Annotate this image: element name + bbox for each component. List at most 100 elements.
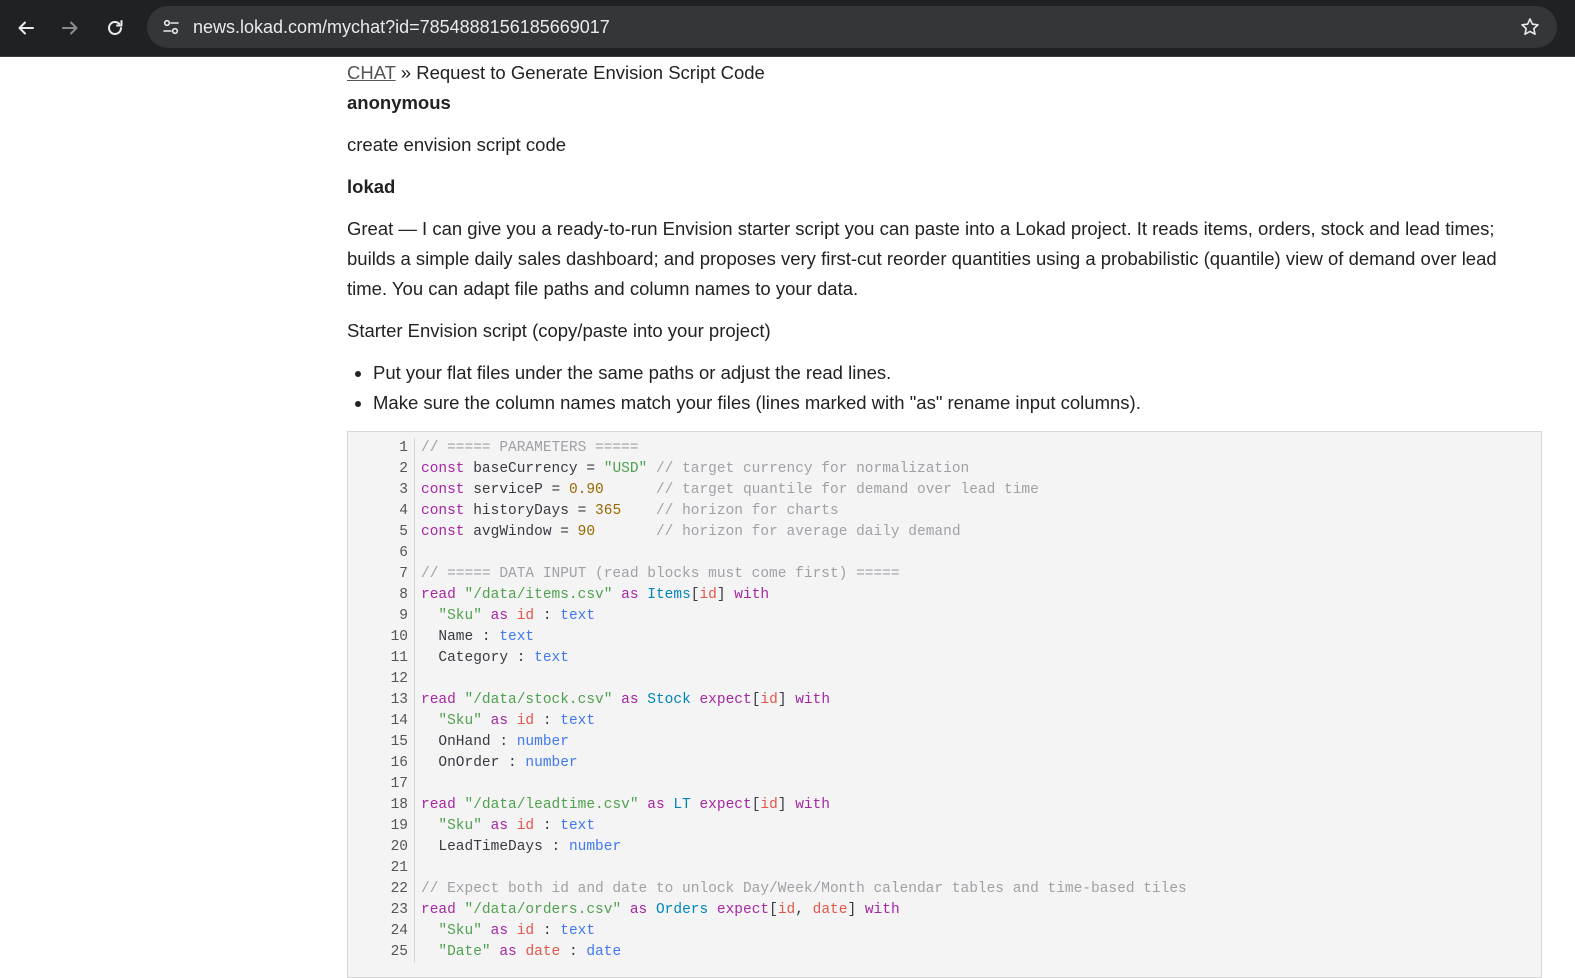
code-line: 23 read "/data/orders.csv" as Orders expe… — [348, 900, 1187, 921]
code-line: 20 LeadTimeDays : number — [348, 837, 1187, 858]
star-icon — [1521, 18, 1539, 35]
code-line: 19 "Sku" as id : text — [348, 816, 1187, 837]
code-text: "Date" as date : date — [421, 942, 621, 963]
line-number: 22 — [348, 879, 415, 900]
code-line: 22 // Expect both id and date to unlock D… — [348, 879, 1187, 900]
line-number: 20 — [348, 837, 415, 858]
code-token: : — [534, 923, 561, 939]
url-text[interactable]: news.lokad.com/mychat?id=785488815618566… — [193, 17, 610, 38]
code-token: text — [560, 608, 596, 624]
code-token: read — [421, 797, 456, 813]
code-token: date — [812, 902, 848, 918]
code-token: OnHand : — [421, 734, 517, 750]
code-token: with — [734, 587, 770, 603]
code-token: as — [647, 797, 665, 813]
bookmark-button[interactable] — [1517, 14, 1543, 40]
code-block[interactable]: 1 // ===== PARAMETERS ===== 2 const baseCur… — [347, 431, 1542, 978]
line-number: 13 — [348, 690, 415, 711]
line-number: 12 — [348, 669, 415, 690]
code-token: id — [516, 923, 535, 939]
address-bar[interactable]: news.lokad.com/mychat?id=785488815618566… — [147, 6, 1557, 48]
code-text: const historyDays = 365 // horizon for c… — [421, 501, 839, 522]
user-author: anonymous — [347, 92, 451, 113]
reload-button[interactable] — [99, 12, 131, 44]
code-token: // target quantile for demand over lead … — [655, 482, 1039, 498]
code-token: : — [534, 818, 561, 834]
code-token: // Expect both id and date to unlock Day… — [421, 881, 1187, 897]
line-number: 15 — [348, 732, 415, 753]
code-token: historyDays = — [464, 503, 596, 519]
code-token: "Sku" — [438, 818, 482, 834]
code-token: : — [560, 944, 587, 960]
code-line: 1 // ===== PARAMETERS ===== — [348, 438, 1187, 459]
code-token: // target currency for normalization — [655, 461, 970, 477]
code-token: read — [421, 692, 456, 708]
code-token: const — [421, 482, 465, 498]
code-line: 9 "Sku" as id : text — [348, 606, 1187, 627]
code-line: 13 read "/data/stock.csv" as Stock expect… — [348, 690, 1187, 711]
line-number: 2 — [348, 459, 415, 480]
code-text: "Sku" as id : text — [421, 816, 595, 837]
code-token: ] — [716, 587, 735, 603]
code-text: const baseCurrency = "USD" // target cur… — [421, 459, 969, 480]
code-token: : — [534, 713, 561, 729]
forward-arrow-icon — [62, 21, 78, 35]
line-number: 23 — [348, 900, 415, 921]
code-text: read "/data/orders.csv" as Orders expect… — [421, 900, 900, 921]
code-token: // ===== DATA INPUT (read blocks must co… — [421, 566, 900, 582]
code-token: expect — [699, 692, 752, 708]
code-token: // ===== PARAMETERS ===== — [421, 440, 639, 456]
line-number: 10 — [348, 627, 415, 648]
code-line: 8 read "/data/items.csv" as Items[id] wit… — [348, 585, 1187, 606]
tune-icon — [163, 19, 179, 35]
site-info-button[interactable] — [157, 13, 185, 41]
code-text: Name : text — [421, 627, 534, 648]
line-number: 6 — [348, 543, 415, 564]
code-text: // ===== DATA INPUT (read blocks must co… — [421, 564, 900, 585]
code-token: with — [795, 692, 831, 708]
code-token: id — [516, 713, 535, 729]
code-token: const — [421, 503, 465, 519]
code-token: id — [699, 587, 717, 603]
line-number: 14 — [348, 711, 415, 732]
code-token: as — [499, 944, 517, 960]
code-token: text — [499, 629, 535, 645]
code-token: // horizon for charts — [655, 503, 839, 519]
line-number: 8 — [348, 585, 415, 606]
code-text: read "/data/leadtime.csv" as LT expect[i… — [421, 795, 830, 816]
breadcrumb-separator: » — [395, 62, 417, 83]
line-number: 25 — [348, 942, 415, 963]
code-text: "Sku" as id : text — [421, 606, 595, 627]
chat-link[interactable]: CHAT — [347, 62, 396, 83]
code-token: "Sku" — [438, 608, 482, 624]
code-token: date — [586, 944, 622, 960]
code-token: text — [560, 713, 596, 729]
line-number: 5 — [348, 522, 415, 543]
code-text: read "/data/items.csv" as Items[id] with — [421, 585, 769, 606]
forward-button[interactable] — [54, 12, 86, 44]
code-token: as — [621, 587, 639, 603]
code-token: id — [760, 692, 778, 708]
code-text: LeadTimeDays : number — [421, 837, 621, 858]
code-token: "Date" — [438, 944, 491, 960]
code-text: // ===== PARAMETERS ===== — [421, 438, 639, 459]
code-line: 10 Name : text — [348, 627, 1187, 648]
list-item: Put your flat files under the same paths… — [373, 358, 1141, 388]
code-token: avgWindow = — [464, 524, 578, 540]
back-button[interactable] — [10, 12, 42, 44]
code-text: "Sku" as id : text — [421, 921, 595, 942]
code-lines: 1 // ===== PARAMETERS ===== 2 const baseCur… — [348, 438, 1187, 963]
code-token: id — [760, 797, 778, 813]
code-token: 0.90 — [568, 482, 604, 498]
code-token: LeadTimeDays : — [421, 839, 569, 855]
